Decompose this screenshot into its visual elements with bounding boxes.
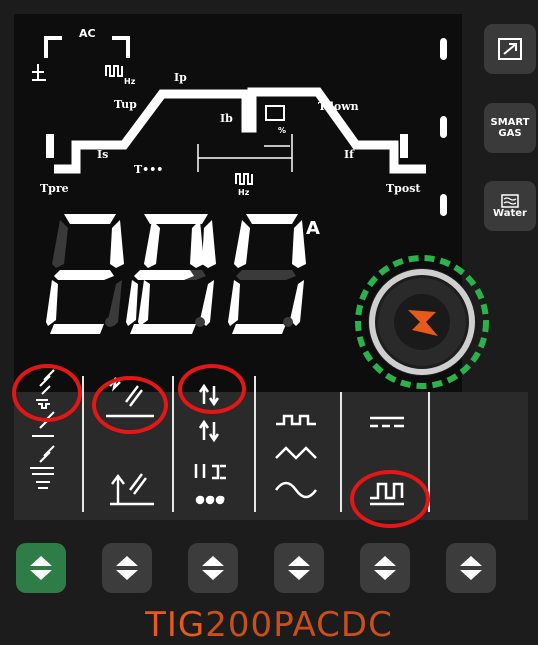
t-down-label: Tdown bbox=[318, 100, 359, 113]
hz-label-top: Hz bbox=[124, 77, 136, 86]
highlight-circle-pulse bbox=[350, 470, 430, 528]
pulse-width-icon bbox=[265, 105, 285, 121]
unit-label: A bbox=[306, 218, 320, 239]
up-down-arrow-icon bbox=[30, 556, 52, 580]
up-down-arrow-icon bbox=[288, 556, 310, 580]
pulse-wave-icon-top bbox=[105, 65, 123, 77]
highlight-circle-2t bbox=[178, 364, 246, 414]
spot-weld-icon bbox=[32, 64, 46, 81]
select-button-1[interactable] bbox=[16, 543, 66, 593]
highlight-circle-hf bbox=[92, 376, 168, 434]
pulse-wave-icon-mid bbox=[235, 173, 253, 185]
t-pre-label: Tpre bbox=[40, 182, 69, 195]
indicator-3 bbox=[440, 194, 447, 216]
i-f-label: If bbox=[344, 148, 354, 161]
more-modes-dots: ••• bbox=[196, 490, 227, 509]
four-t-icon bbox=[198, 419, 220, 443]
torch-pre-icon bbox=[46, 134, 54, 158]
smart-gas-label-line2: GAS bbox=[498, 128, 522, 139]
triangle-wave-icon bbox=[275, 446, 317, 460]
amperage-display bbox=[46, 214, 306, 334]
i-p-label: Ip bbox=[174, 71, 187, 84]
t-dots-label: T••• bbox=[134, 163, 164, 176]
brand-model: 200PACDC bbox=[205, 605, 393, 645]
indicator-2 bbox=[440, 116, 447, 138]
t-up-label: Tup bbox=[114, 98, 137, 111]
ac-bracket-left bbox=[44, 36, 62, 58]
indicator-1 bbox=[440, 38, 447, 60]
percent-label: % bbox=[278, 126, 287, 135]
up-down-arrow-icon bbox=[374, 556, 396, 580]
i-b-label: Ib bbox=[220, 112, 233, 125]
square-wave-icon bbox=[276, 414, 316, 426]
repeat-trigger-icon bbox=[194, 464, 226, 480]
water-button[interactable]: Water bbox=[484, 181, 536, 231]
hz-label-bottom: Hz bbox=[238, 188, 250, 197]
torch-post-icon bbox=[400, 134, 408, 158]
smart-gas-label-line1: SMART bbox=[490, 117, 530, 128]
brand-prefix: TIG bbox=[145, 605, 206, 645]
water-label: Water bbox=[493, 207, 527, 219]
lift-ignition-icon bbox=[110, 473, 154, 506]
highlight-circle-torch bbox=[12, 364, 82, 422]
select-button-3[interactable] bbox=[188, 543, 238, 593]
up-down-arrow-icon bbox=[116, 556, 138, 580]
ac-bracket-right bbox=[112, 36, 130, 58]
expand-icon bbox=[498, 38, 522, 60]
select-button-6[interactable] bbox=[446, 543, 496, 593]
digit-2 bbox=[126, 214, 204, 334]
up-down-arrow-icon bbox=[202, 556, 224, 580]
t-post-label: Tpost bbox=[386, 182, 421, 195]
dc-icon bbox=[370, 416, 404, 428]
ac-label: AC bbox=[79, 27, 96, 40]
expand-button[interactable] bbox=[484, 24, 536, 74]
water-icon bbox=[501, 193, 519, 208]
sine-wave-icon bbox=[274, 481, 318, 499]
torch-scratch-icon bbox=[30, 445, 55, 489]
up-down-arrow-icon bbox=[460, 556, 482, 580]
select-button-4[interactable] bbox=[274, 543, 324, 593]
waveform-icons bbox=[274, 414, 318, 499]
smart-gas-button[interactable]: SMART GAS bbox=[484, 103, 536, 153]
brand-name: TIG200PACDC bbox=[0, 605, 538, 645]
i-s-label: Is bbox=[97, 148, 109, 161]
select-button-2[interactable] bbox=[102, 543, 152, 593]
select-button-5[interactable] bbox=[360, 543, 410, 593]
